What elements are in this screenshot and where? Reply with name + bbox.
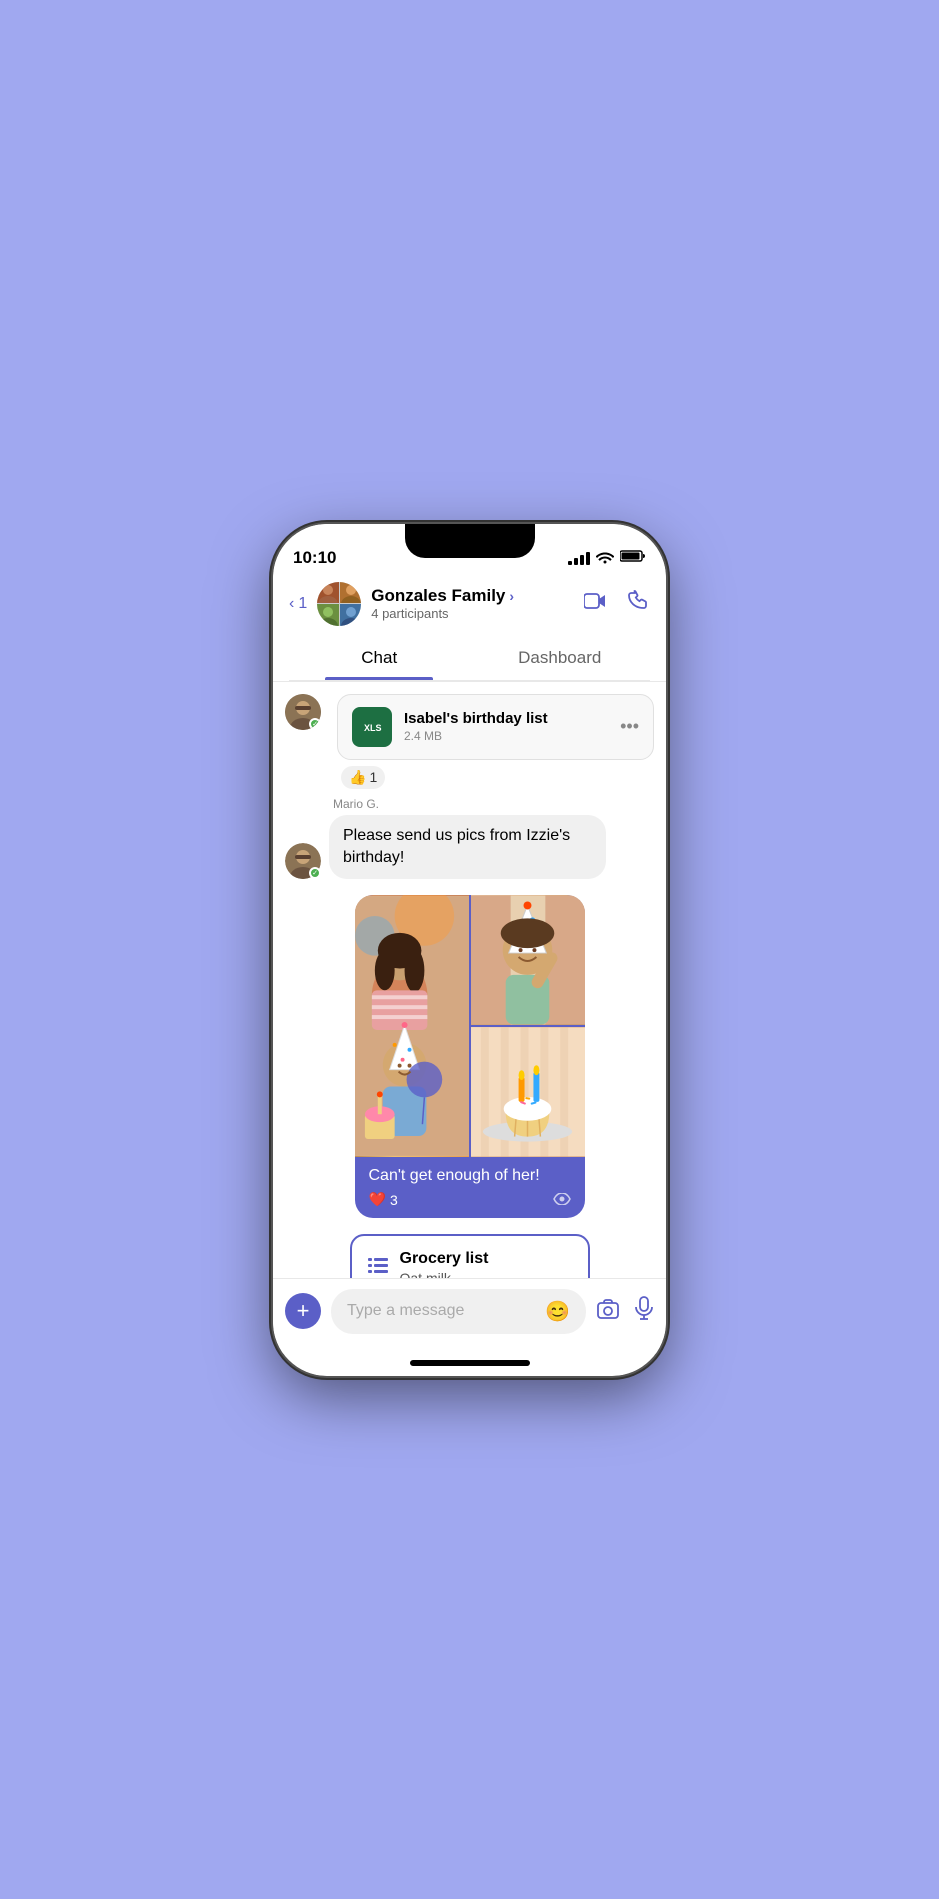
file-bubble[interactable]: XLS Isabel's birthday list 2.4 MB ••• <box>337 694 654 760</box>
message-text-mario: ✓ Mario G. Please send us pics from Izzi… <box>273 797 666 880</box>
status-icons <box>568 549 646 568</box>
photo-bubble: Can't get enough of her! ❤️ 3 <box>355 895 585 1218</box>
avatar-cell-4 <box>340 604 362 626</box>
photo-cell-3 <box>471 1027 585 1157</box>
input-bar: + Type a message 😊 <box>273 1278 666 1354</box>
tab-dashboard[interactable]: Dashboard <box>470 636 651 680</box>
list-message-row: Grocery list Oat milk <box>273 1234 666 1277</box>
file-name: Isabel's birthday list <box>404 710 608 727</box>
avatar-cell-1 <box>317 582 339 604</box>
tabs: Chat Dashboard <box>289 636 650 681</box>
group-chevron-icon: › <box>509 588 514 604</box>
group-name[interactable]: Gonzales Family › <box>371 586 514 606</box>
input-actions <box>596 1296 654 1326</box>
add-button[interactable]: + <box>285 1293 321 1329</box>
message-file-row: ✓ XLS Isabel's birthday list 2.4 MB <box>273 694 666 789</box>
photo-cell-1 <box>355 895 469 1157</box>
tab-chat[interactable]: Chat <box>289 636 470 680</box>
photo-reaction-bar: ❤️ 3 <box>355 1191 585 1218</box>
file-info: Isabel's birthday list 2.4 MB <box>404 710 608 743</box>
photo-grid <box>355 895 585 1157</box>
photo-caption: Can't get enough of her! <box>355 1157 585 1191</box>
photo-cell-2 <box>471 895 585 1025</box>
video-call-button[interactable] <box>584 592 608 616</box>
emoji-button[interactable]: 😊 <box>545 1299 570 1324</box>
online-indicator-2: ✓ <box>309 867 321 879</box>
message-input-container: Type a message 😊 <box>331 1289 586 1334</box>
home-indicator <box>410 1360 530 1366</box>
mario-bubble: Please send us pics from Izzie's birthda… <box>329 815 606 880</box>
back-chevron-icon: ‹ <box>289 595 294 613</box>
photo-collage-row: Can't get enough of her! ❤️ 3 <box>273 895 666 1218</box>
mario-message-content: Mario G. Please send us pics from Izzie'… <box>329 797 606 880</box>
online-indicator: ✓ <box>309 718 321 730</box>
message-input[interactable]: Type a message <box>347 1302 464 1320</box>
group-info: Gonzales Family › 4 participants <box>371 586 514 621</box>
participants-count: 4 participants <box>371 606 514 621</box>
mic-button[interactable] <box>634 1296 654 1326</box>
phone-frame: 10:10 ‹ <box>273 524 666 1376</box>
notch <box>405 524 535 558</box>
mario-avatar: ✓ <box>285 694 321 730</box>
chat-header: ‹ 1 <box>273 574 666 682</box>
avatar-cell-2 <box>340 582 362 604</box>
list-info: Grocery list Oat milk <box>400 1250 489 1277</box>
back-count: 1 <box>298 595 307 613</box>
list-bubble[interactable]: Grocery list Oat milk <box>350 1234 590 1277</box>
mario-avatar-2: ✓ <box>285 843 321 879</box>
thumbs-up-reaction[interactable]: 👍 1 <box>341 766 385 789</box>
seen-icon <box>553 1192 571 1208</box>
mario-sender-name: Mario G. <box>329 797 606 811</box>
header-actions <box>584 590 650 618</box>
header-left: ‹ 1 <box>289 582 514 626</box>
file-reaction-bar: 👍 1 <box>337 766 654 789</box>
header-top: ‹ 1 <box>289 582 650 636</box>
avatar-cell-3 <box>317 604 339 626</box>
status-time: 10:10 <box>293 548 336 568</box>
phone-call-button[interactable] <box>628 590 650 618</box>
camera-button[interactable] <box>596 1297 620 1325</box>
phone-inner: 10:10 ‹ <box>273 524 666 1376</box>
signal-icon <box>568 552 590 565</box>
battery-icon <box>620 549 646 568</box>
heart-reaction[interactable]: ❤️ 3 <box>369 1191 398 1208</box>
list-icon <box>368 1257 388 1278</box>
excel-icon: XLS <box>352 707 392 747</box>
chat-area: ✓ XLS Isabel's birthday list 2.4 MB <box>273 682 666 1278</box>
wifi-icon <box>596 550 614 567</box>
back-button[interactable]: ‹ 1 <box>289 595 307 613</box>
svg-text:XLS: XLS <box>364 723 382 733</box>
group-avatar <box>317 582 361 626</box>
list-title: Grocery list <box>400 1250 489 1268</box>
file-size: 2.4 MB <box>404 729 608 743</box>
list-subtitle: Oat milk <box>400 1270 489 1277</box>
file-message-content: XLS Isabel's birthday list 2.4 MB ••• 👍 <box>337 694 654 789</box>
file-more-button[interactable]: ••• <box>620 716 639 737</box>
